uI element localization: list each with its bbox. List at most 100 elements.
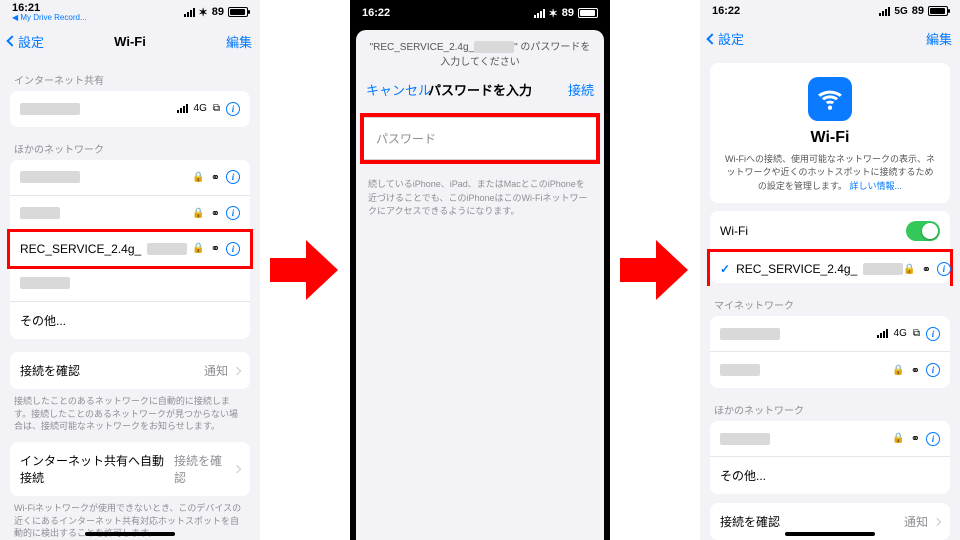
wifi-icon: ⚭ xyxy=(211,171,220,184)
lock-icon: 🔒 xyxy=(892,365,904,376)
other-manual-row[interactable]: その他... xyxy=(10,302,250,339)
chevron-right-icon xyxy=(933,517,941,525)
network-row[interactable]: 🔒⚭i xyxy=(10,196,250,232)
battery-pct: 89 xyxy=(562,7,574,19)
sheet-subtitle: "REC_SERVICE_2.4g_" のパスワードを入力してください xyxy=(356,30,604,74)
info-icon[interactable]: i xyxy=(937,262,951,276)
confirm-card: 接続を確認 通知 xyxy=(10,352,250,389)
redacted-suffix xyxy=(863,263,903,275)
status-bar: 16:21 ◀ My Drive Record... ✶ 89 xyxy=(0,0,260,24)
redacted-ssid xyxy=(720,433,770,445)
internet-share-card: 4G⧉i xyxy=(10,91,250,127)
wifi-label: Wi-Fi xyxy=(720,224,748,238)
sheet-nav: キャンセル パスワードを入力 接続 xyxy=(356,74,604,109)
target-network-row[interactable]: REC_SERVICE_2.4g_ 🔒⚭i xyxy=(7,229,253,269)
battery-icon xyxy=(928,6,948,16)
back-label: 設定 xyxy=(718,29,744,48)
ask-to-join-note: 接続したことのあるネットワークに自動的に接続します。接続したことのあるネットワー… xyxy=(0,389,260,433)
signal-icon xyxy=(534,9,545,18)
screen-1-wifi-list: 16:21 ◀ My Drive Record... ✶ 89 設定 Wi-Fi… xyxy=(0,0,260,540)
password-input[interactable]: パスワード xyxy=(364,117,596,160)
intro-text: Wi-Fiへの接続、使用可能なネットワークの表示、ネットワークや近くのホットスポ… xyxy=(725,154,935,191)
screen-2-password: 16:22 ✶ 89 "REC_SERVICE_2.4g_" のパスワードを入力… xyxy=(350,0,610,540)
lock-icon: 🔒 xyxy=(892,433,904,444)
row-value: 接続を確認 xyxy=(174,452,228,486)
info-icon[interactable]: i xyxy=(226,242,240,256)
section-internet-share: インターネット共有 xyxy=(0,58,260,91)
back-button[interactable]: 設定 xyxy=(8,32,44,51)
chevron-right-icon xyxy=(233,366,241,374)
learn-more-link[interactable]: 詳しい情報... xyxy=(850,181,903,191)
wifi-icon xyxy=(817,86,843,112)
row-label: 接続を確認 xyxy=(720,513,780,530)
info-icon[interactable]: i xyxy=(926,327,940,341)
info-icon[interactable]: i xyxy=(226,206,240,220)
arrow-2 xyxy=(610,0,700,540)
redacted-ssid xyxy=(720,364,760,376)
wifi-toggle-card: Wi-Fi ✓REC_SERVICE_2.4g_ 🔒⚭i xyxy=(710,211,950,283)
edit-button[interactable]: 編集 xyxy=(926,29,952,48)
battery-icon xyxy=(578,8,598,18)
status-time: 16:22 xyxy=(712,5,740,17)
network-row[interactable]: 4G⧉i xyxy=(710,316,950,352)
redacted-ssid xyxy=(20,277,70,289)
wifi-status-icon: ✶ xyxy=(199,6,208,19)
row-value: 通知 xyxy=(904,513,928,530)
battery-pct: 89 xyxy=(212,6,224,18)
connected-network-row[interactable]: ✓REC_SERVICE_2.4g_ 🔒⚭i xyxy=(707,249,953,286)
hotspot-row[interactable]: 4G⧉i xyxy=(10,91,250,127)
section-other-networks: ほかのネットワーク xyxy=(700,388,960,421)
chevron-left-icon xyxy=(706,33,717,44)
password-sheet: "REC_SERVICE_2.4g_" のパスワードを入力してください キャンセ… xyxy=(356,30,604,540)
other-manual-row[interactable]: その他... xyxy=(710,457,950,494)
sheet-note: 続しているiPhone、iPad、またはMacとこのiPhoneを近づけることで… xyxy=(356,168,604,229)
sheet-ssid-part: "REC_SERVICE_2.4g_ xyxy=(370,42,475,53)
back-label: 設定 xyxy=(18,32,44,51)
ssid-label: REC_SERVICE_2.4g_ xyxy=(20,242,141,256)
wifi-toggle[interactable] xyxy=(906,221,940,241)
network-row[interactable]: 🔒 ⚭ i xyxy=(10,160,250,196)
other-networks-card: 🔒⚭i その他... xyxy=(710,421,950,494)
signal-label: 4G xyxy=(894,328,907,339)
edit-button[interactable]: 編集 xyxy=(226,32,252,51)
signal-icon xyxy=(184,8,195,17)
nav-bar: 設定 編集 xyxy=(700,23,960,55)
ask-to-join-row[interactable]: 接続を確認 通知 xyxy=(10,352,250,389)
redacted-ssid xyxy=(20,171,80,183)
other-networks-card: 🔒⚭i 🔒⚭i REC_SERVICE_2.4g_ 🔒⚭i その他... xyxy=(10,160,250,339)
row-label: インターネット共有へ自動接続 xyxy=(20,452,174,486)
info-icon[interactable]: i xyxy=(926,432,940,446)
status-time: 16:21 xyxy=(12,3,40,14)
info-icon[interactable]: i xyxy=(226,170,240,184)
wifi-app-icon xyxy=(808,77,852,121)
other-label: その他... xyxy=(720,467,766,484)
back-button[interactable]: 設定 xyxy=(708,29,744,48)
redacted-name xyxy=(20,103,80,115)
my-networks-card: 4G⧉i 🔒 ⚭ i xyxy=(710,316,950,388)
status-bar: 16:22 ✶ 89 xyxy=(350,0,610,26)
lock-icon: 🔒 xyxy=(903,264,915,275)
breadcrumb-app[interactable]: ◀ My Drive Record... xyxy=(12,14,87,22)
network-row[interactable] xyxy=(10,266,250,302)
join-button[interactable]: 接続 xyxy=(568,80,594,99)
info-icon[interactable]: i xyxy=(926,363,940,377)
network-row[interactable]: 🔒 ⚭ i xyxy=(710,352,950,388)
wifi-icon: ⚭ xyxy=(911,364,920,377)
lock-icon: 🔒 xyxy=(192,172,204,183)
battery-pct: 89 xyxy=(912,5,924,17)
section-my-networks: マイネットワーク xyxy=(700,283,960,316)
chevron-left-icon xyxy=(6,35,17,46)
network-row[interactable]: 🔒⚭i xyxy=(710,421,950,457)
check-icon: ✓ xyxy=(720,262,730,276)
lock-icon: 🔒 xyxy=(192,208,204,219)
wifi-icon: ⚭ xyxy=(211,242,220,255)
redacted-ssid xyxy=(720,328,780,340)
network-type: 5G xyxy=(894,6,907,17)
autojoin-row[interactable]: インターネット共有へ自動接続 接続を確認 xyxy=(10,442,250,496)
info-icon[interactable]: i xyxy=(226,102,240,116)
row-value: 通知 xyxy=(204,362,228,379)
ssid-label: REC_SERVICE_2.4g_ xyxy=(736,262,857,276)
highlight-box: パスワード xyxy=(360,113,600,164)
cancel-button[interactable]: キャンセル xyxy=(366,80,431,99)
status-bar: 16:22 5G 89 xyxy=(700,0,960,23)
